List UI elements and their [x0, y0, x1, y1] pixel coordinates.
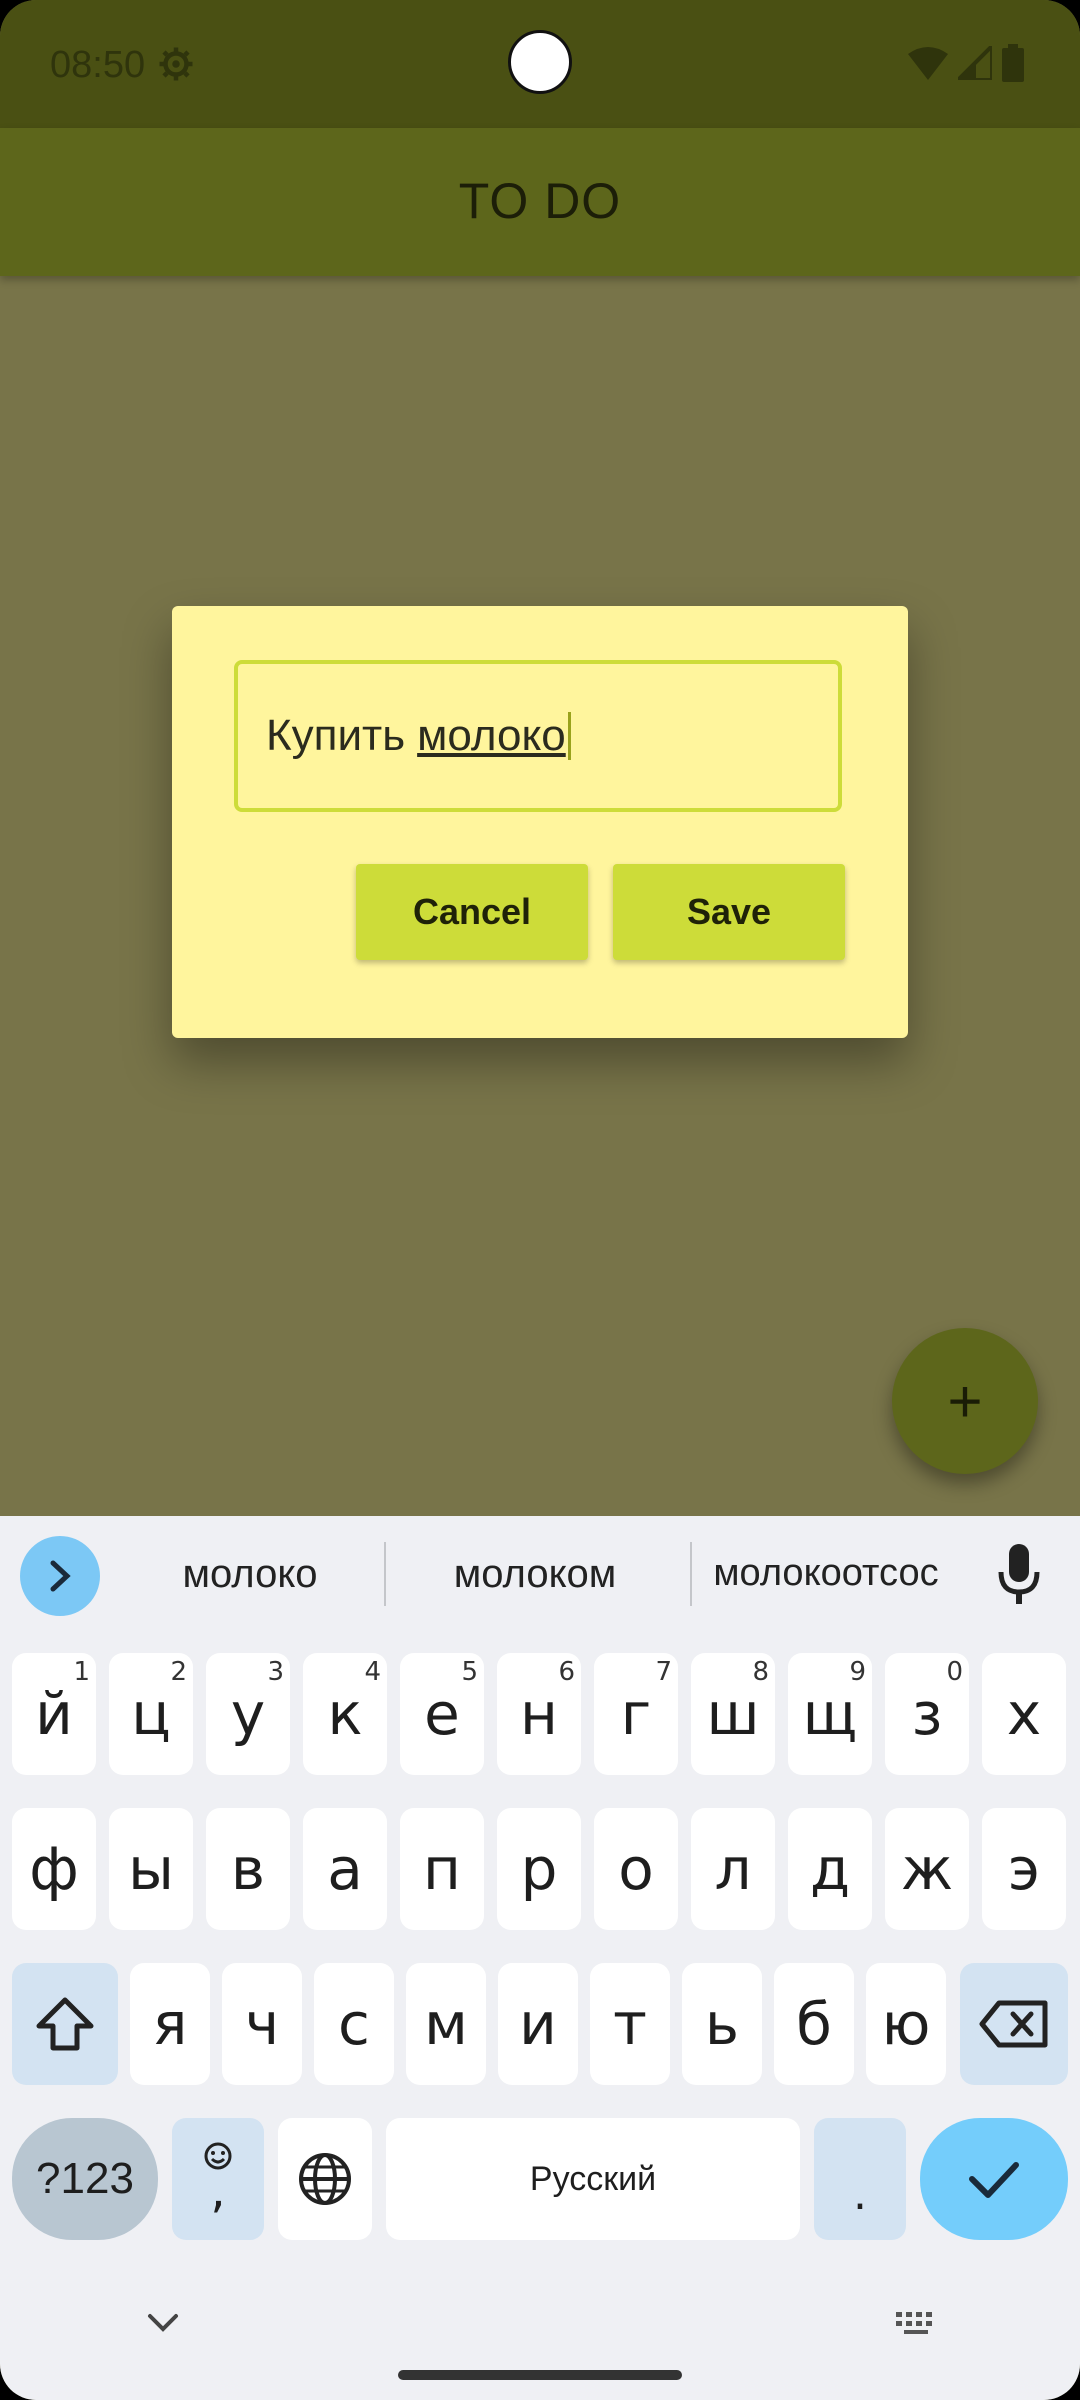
key-ю[interactable]: ю: [866, 1963, 946, 2085]
key-я[interactable]: я: [130, 1963, 210, 2085]
key-с[interactable]: с: [314, 1963, 394, 2085]
key-ш[interactable]: ш8: [691, 1653, 775, 1775]
suggestion-1[interactable]: молоко: [120, 1552, 380, 1597]
add-task-fab[interactable]: +: [892, 1328, 1038, 1474]
key-и[interactable]: и: [498, 1963, 578, 2085]
key-а[interactable]: а: [303, 1808, 387, 1930]
key-х[interactable]: х: [982, 1653, 1066, 1775]
suggestion-3[interactable]: молокоотсос: [696, 1552, 956, 1595]
key-п[interactable]: п: [400, 1808, 484, 1930]
language-key[interactable]: [278, 2118, 372, 2240]
key-ч[interactable]: ч: [222, 1963, 302, 2085]
key-з[interactable]: з0: [885, 1653, 969, 1775]
expand-toolbar-button[interactable]: [20, 1536, 100, 1616]
suggestion-2[interactable]: молоком: [400, 1552, 670, 1597]
settings-gear-icon: [159, 47, 193, 81]
backspace-icon: [979, 2000, 1048, 2048]
page-title: TO DO: [458, 173, 622, 229]
globe-icon: [299, 2153, 351, 2205]
suggestion-divider: [690, 1542, 692, 1606]
home-gesture-bar[interactable]: [398, 2370, 682, 2380]
task-input-text: Купить: [266, 711, 406, 760]
chevron-right-icon: [50, 1560, 71, 1592]
screen: 08:50 TO DO Купить молоко Cancel Save + …: [0, 0, 1080, 2400]
key-ц[interactable]: ц2: [109, 1653, 193, 1775]
key-щ[interactable]: щ9: [788, 1653, 872, 1775]
space-key[interactable]: Русский: [386, 2118, 800, 2240]
suggestion-strip: молоко молоком молокоотсос: [0, 1516, 1080, 1638]
app-bar: TO DO: [0, 128, 1080, 276]
cell-signal-icon: [958, 46, 992, 80]
key-э[interactable]: э: [982, 1808, 1066, 1930]
plus-icon: +: [947, 1367, 983, 1435]
checkmark-icon: [969, 2162, 1019, 2198]
front-camera-cutout: [508, 30, 572, 94]
key-м[interactable]: м: [406, 1963, 486, 2085]
key-т[interactable]: т: [590, 1963, 670, 2085]
symbols-key[interactable]: ?123: [12, 2118, 158, 2240]
battery-icon: [1002, 44, 1024, 82]
key-ы[interactable]: ы: [109, 1808, 193, 1930]
save-button[interactable]: Save: [613, 864, 845, 960]
hide-keyboard-chevron-icon[interactable]: [146, 2312, 180, 2334]
key-н[interactable]: н6: [497, 1653, 581, 1775]
period-key[interactable]: .: [814, 2118, 906, 2240]
emoji-comma-key[interactable]: ,: [172, 2118, 264, 2240]
wifi-icon: [908, 47, 948, 80]
key-д[interactable]: д: [788, 1808, 872, 1930]
status-bar: 08:50: [0, 0, 1080, 128]
status-icons: [908, 44, 1024, 82]
key-о[interactable]: о: [594, 1808, 678, 1930]
comma-label: ,: [210, 2163, 226, 2219]
key-к[interactable]: к4: [303, 1653, 387, 1775]
key-б[interactable]: б: [774, 1963, 854, 2085]
key-р[interactable]: р: [497, 1808, 581, 1930]
backspace-key[interactable]: [960, 1963, 1068, 2085]
suggestion-divider: [384, 1542, 386, 1606]
task-input-composing-word: молоко: [417, 711, 566, 760]
status-time: 08:50: [50, 44, 146, 86]
task-input[interactable]: Купить молоко: [234, 660, 842, 812]
key-ж[interactable]: ж: [885, 1808, 969, 1930]
key-у[interactable]: у3: [206, 1653, 290, 1775]
text-cursor: [567, 712, 571, 760]
add-task-dialog: Купить молоко Cancel Save: [172, 606, 908, 1038]
enter-key[interactable]: [920, 2118, 1068, 2240]
key-г[interactable]: г7: [594, 1653, 678, 1775]
key-в[interactable]: в: [206, 1808, 290, 1930]
soft-keyboard: молоко молоком молокоотсос й1 ц2 у3 к4 е…: [0, 1516, 1080, 2400]
shift-icon: [36, 1997, 94, 2051]
microphone-icon[interactable]: [998, 1544, 1040, 1606]
cancel-button[interactable]: Cancel: [356, 864, 588, 960]
key-ь[interactable]: ь: [682, 1963, 762, 2085]
keyboard-switch-icon[interactable]: [894, 2310, 940, 2336]
key-л[interactable]: л: [691, 1808, 775, 1930]
key-е[interactable]: е5: [400, 1653, 484, 1775]
key-ф[interactable]: ф: [12, 1808, 96, 1930]
shift-key[interactable]: [12, 1963, 118, 2085]
key-й[interactable]: й1: [12, 1653, 96, 1775]
